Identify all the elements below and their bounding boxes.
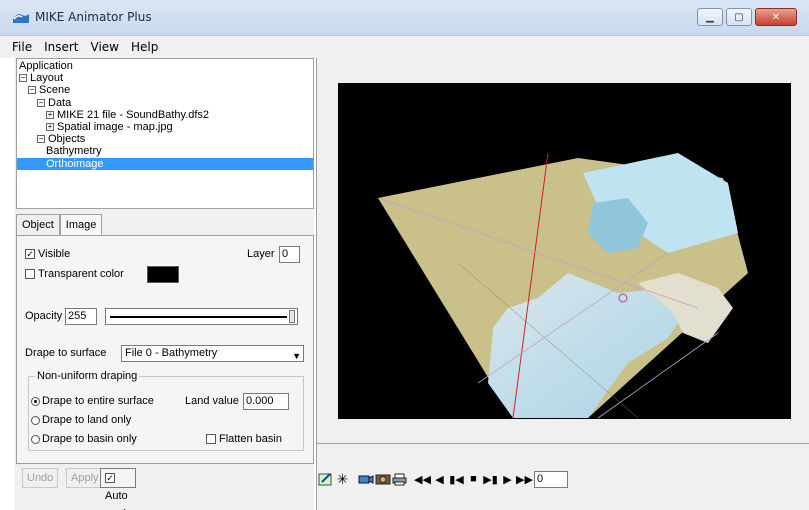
color-swatch-button[interactable] (146, 265, 180, 284)
to-end-icon[interactable]: ▶▮ (482, 471, 499, 488)
3d-viewport[interactable] (338, 83, 791, 419)
photo-icon[interactable] (374, 471, 391, 488)
radio-off-icon (31, 415, 40, 425)
tree-item-label: Scene (39, 84, 71, 97)
land-value-input[interactable]: 0.000 (243, 393, 289, 410)
edit-icon[interactable] (317, 471, 334, 488)
transparent-color-label: Transparent color (38, 268, 124, 280)
playback-toolbar: ✳ ◀◀ ◀ ▮◀ ■ ▶▮ ▶ ▶▶ 0 (317, 468, 568, 490)
expand-icon[interactable]: + (46, 123, 54, 132)
left-panel: Application − Layout − Scene − Data + MIKE 21 fi… (14, 58, 314, 510)
fast-forward-icon[interactable]: ▶▶ (516, 471, 533, 488)
radio-off-icon (31, 434, 40, 444)
drape-entire-label: Drape to entire surface (42, 395, 154, 407)
tree-item[interactable]: Orthoimage (17, 157, 313, 170)
drape-label: Drape to surface (25, 347, 107, 359)
visible-label: Visible (38, 248, 71, 260)
opacity-slider[interactable] (105, 308, 298, 325)
group-title: Non-uniform draping (35, 370, 140, 382)
menu-view[interactable]: View (85, 40, 125, 54)
non-uniform-draping-group: Non-uniform draping Drape to entire surf… (28, 370, 304, 451)
to-start-icon[interactable]: ▮◀ (448, 471, 465, 488)
slider-track (110, 316, 287, 318)
tab-object[interactable]: Object (16, 214, 60, 236)
visible-checkbox[interactable]: ✓ Visible (25, 248, 70, 260)
tree-item-label: Layout (30, 72, 64, 85)
stop-icon[interactable]: ■ (465, 471, 482, 488)
scene-tree[interactable]: Application − Layout − Scene − Data + MIKE 21 fi… (16, 58, 314, 209)
transparent-color-checkbox[interactable]: Transparent color (25, 268, 124, 280)
layer-label: Layer (247, 248, 275, 260)
drape-entire-radio[interactable]: Drape to entire surface (31, 395, 154, 407)
tree-item[interactable]: + Spatial image - map.jpg (17, 121, 313, 133)
minimize-button[interactable]: ▁ (697, 8, 723, 26)
collapse-icon[interactable]: − (19, 74, 27, 83)
opacity-input[interactable]: 255 (65, 308, 97, 325)
menu-file[interactable]: File (6, 40, 38, 54)
apply-button[interactable]: Apply (66, 468, 104, 488)
collapse-icon[interactable]: − (28, 86, 36, 95)
tree-item[interactable]: Application (17, 60, 313, 72)
auto-apply-checkbox[interactable]: ✓ Auto apply (100, 468, 137, 510)
rewind-icon[interactable]: ◀◀ (414, 471, 431, 488)
collapse-icon[interactable]: − (37, 98, 45, 107)
draped-map-render (377, 152, 748, 419)
frame-number-input[interactable]: 0 (534, 470, 568, 488)
step-forward-icon[interactable]: ▶ (499, 471, 516, 488)
tree-item[interactable]: − Objects (17, 133, 313, 145)
tree-item[interactable]: Bathymetry (17, 145, 313, 157)
auto-apply-label: Auto apply (105, 490, 131, 510)
collapse-icon[interactable]: − (37, 135, 45, 144)
flatten-basin-checkbox[interactable]: Flatten basin (206, 433, 282, 445)
app-logo-icon (13, 14, 29, 23)
drape-select[interactable]: File 0 - Bathymetry ▼ (121, 345, 304, 362)
checkbox-empty-icon (25, 269, 35, 280)
menu-insert[interactable]: Insert (38, 40, 84, 54)
check-icon: ✓ (25, 249, 35, 260)
drape-basin-radio[interactable]: Drape to basin only (31, 433, 137, 445)
flatten-basin-label: Flatten basin (219, 433, 282, 445)
tab-image[interactable]: Image (59, 214, 103, 236)
window-title: MIKE Animator Plus (35, 10, 152, 24)
menu-bar: File Insert View Help (0, 36, 809, 58)
tree-item-label: Data (48, 96, 72, 109)
land-value-label: Land value (185, 395, 239, 407)
drape-land-label: Drape to land only (42, 414, 132, 426)
title-bar: MIKE Animator Plus ▁ ▢ ✕ (0, 0, 809, 36)
tree-item-label: Orthoimage (46, 157, 104, 170)
check-icon: ✓ (105, 473, 115, 484)
viewport-frame (316, 58, 809, 443)
dropdown-arrow-icon[interactable]: ▼ (292, 349, 301, 364)
print-icon[interactable] (391, 471, 408, 488)
maximize-button[interactable]: ▢ (726, 8, 752, 26)
close-button[interactable]: ✕ (755, 8, 797, 26)
tree-item-label: MIKE 21 file - SoundBathy.dfs2 (57, 108, 210, 121)
slider-thumb[interactable] (289, 310, 295, 323)
tree-item-label: Application (19, 60, 73, 72)
tree-item[interactable]: − Layout (17, 72, 313, 84)
tree-item[interactable]: − Scene (17, 84, 313, 96)
tree-item[interactable]: + MIKE 21 file - SoundBathy.dfs2 (17, 109, 313, 121)
tree-item-label: Objects (48, 133, 86, 146)
drape-land-radio[interactable]: Drape to land only (31, 414, 131, 426)
opacity-label: Opacity (25, 310, 63, 322)
menu-help[interactable]: Help (125, 40, 164, 54)
radio-on-icon (31, 396, 40, 406)
drape-select-value: File 0 - Bathymetry (125, 347, 218, 359)
checkbox-empty-icon (206, 434, 216, 445)
step-back-icon[interactable]: ◀ (431, 471, 448, 488)
undo-button[interactable]: Undo (22, 468, 59, 488)
expand-icon[interactable]: + (46, 110, 54, 119)
tree-item-label: Spatial image - map.jpg (57, 120, 173, 133)
property-tabs: Object Image (16, 214, 103, 236)
controls-panel: ✳ ◀◀ ◀ ▮◀ ■ ▶▮ ▶ ▶▶ 0 (316, 443, 809, 510)
tree-item[interactable]: − Data (17, 97, 313, 109)
camera-icon[interactable] (357, 471, 374, 488)
asterisk-icon[interactable]: ✳ (334, 471, 351, 488)
tree-item-label: Bathymetry (46, 145, 102, 158)
layer-input[interactable]: 0 (279, 246, 300, 263)
image-properties-panel: ✓ Visible Layer 0 Transparent color Opaci… (16, 235, 314, 464)
drape-basin-label: Drape to basin only (42, 433, 137, 445)
